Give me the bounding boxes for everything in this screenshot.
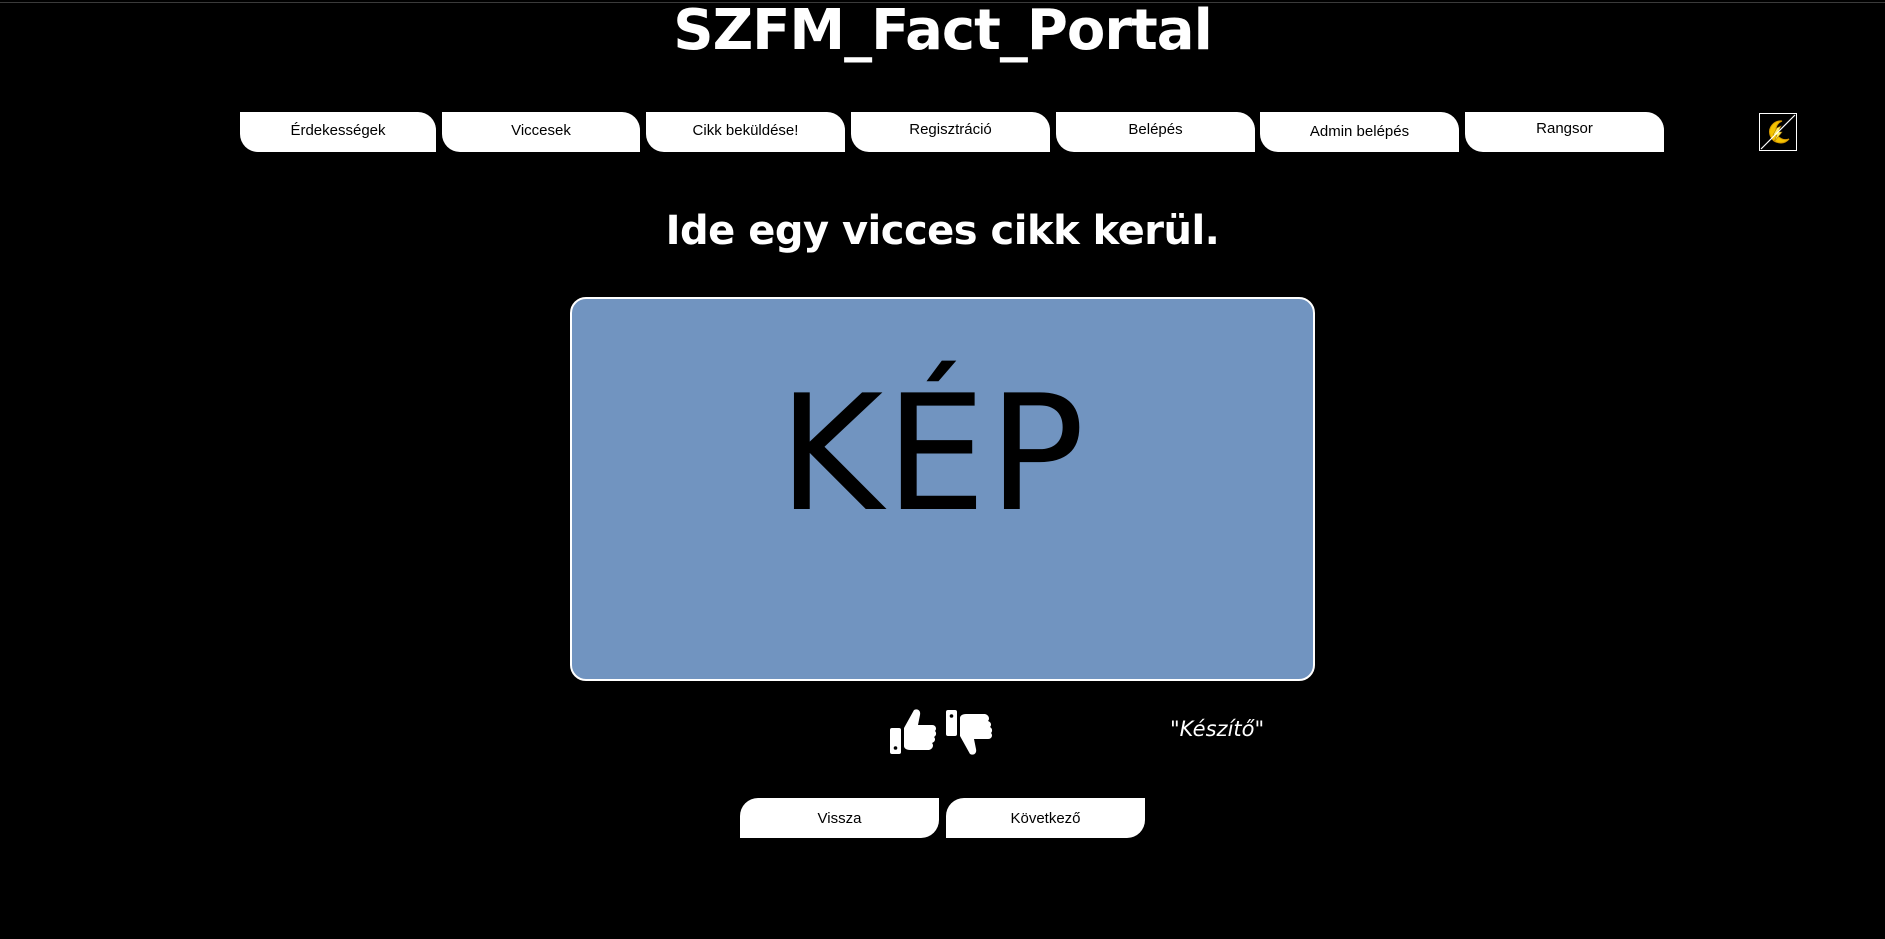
moon-icon <box>1760 114 1796 150</box>
nav-item-cikk-bekuldese[interactable]: Cikk beküldése! <box>646 112 845 152</box>
dark-mode-toggle-icon[interactable] <box>1759 113 1797 151</box>
page: SZFM_Fact_Portal Érdekességek Viccesek C… <box>0 0 1885 939</box>
nav-item-belepes[interactable]: Belépés <box>1056 112 1255 152</box>
image-placeholder-label: KÉP <box>778 360 1087 547</box>
nav-item-rangsor[interactable]: Rangsor <box>1465 112 1664 152</box>
article-heading: Ide egy vicces cikk kerül. <box>665 208 1220 254</box>
article-image-placeholder: KÉP <box>570 297 1315 681</box>
thumbs-down-icon[interactable] <box>944 706 994 758</box>
next-button[interactable]: Következő <box>946 798 1145 838</box>
article-author: "Készítő" <box>1170 717 1265 741</box>
nav-item-regisztracio[interactable]: Regisztráció <box>851 112 1050 152</box>
back-button[interactable]: Vissza <box>740 798 939 838</box>
nav-item-viccesek[interactable]: Viccesek <box>442 112 640 152</box>
thumbs-up-icon[interactable] <box>888 706 938 758</box>
site-title: SZFM_Fact_Portal <box>673 0 1213 63</box>
nav-item-admin-belepes[interactable]: Admin belépés <box>1260 112 1459 152</box>
nav-item-erdekessegek[interactable]: Érdekességek <box>240 112 436 152</box>
